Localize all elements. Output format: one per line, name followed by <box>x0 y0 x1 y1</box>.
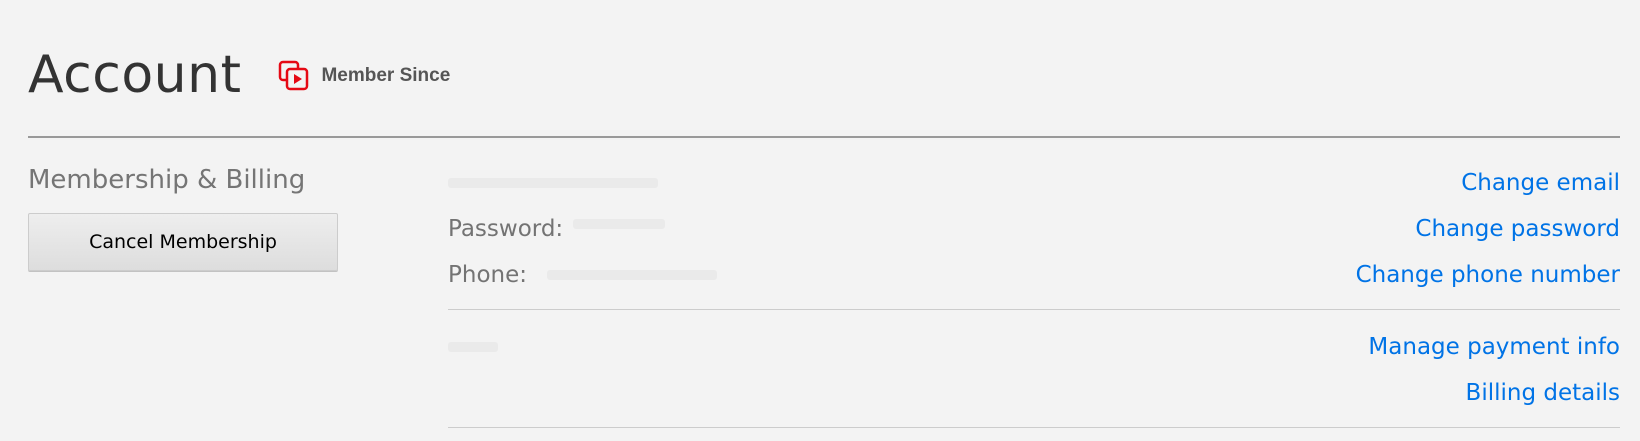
page-title: Account <box>28 45 242 105</box>
billing-details-link[interactable]: Billing details <box>1466 380 1620 406</box>
payment-row: Manage payment info <box>448 324 1620 370</box>
email-value-redacted <box>448 178 658 188</box>
change-email-link[interactable]: Change email <box>1461 170 1620 196</box>
header-divider <box>28 136 1620 138</box>
member-since-badge: Member Since <box>277 59 450 93</box>
member-since-badge-icon <box>277 59 311 93</box>
section-divider <box>448 309 1620 310</box>
payment-value-redacted <box>448 342 498 352</box>
section-title-membership-billing: Membership & Billing <box>28 165 306 195</box>
password-row: Password: Change password <box>448 206 1620 252</box>
billing-details-row: Billing details <box>448 370 1620 416</box>
section-divider-bottom <box>448 427 1620 428</box>
account-credentials-group: Change email Password: Change password P… <box>448 160 1620 298</box>
phone-row: Phone: Change phone number <box>448 252 1620 298</box>
redacted-email <box>448 178 658 188</box>
change-password-link[interactable]: Change password <box>1415 216 1620 242</box>
redacted-password <box>573 219 666 229</box>
member-since-label: Member Since <box>321 65 451 86</box>
billing-group: Manage payment info Billing details <box>448 324 1620 416</box>
email-row: Change email <box>448 160 1620 206</box>
account-details: Change email Password: Change password P… <box>448 160 1620 428</box>
manage-payment-info-link[interactable]: Manage payment info <box>1368 334 1620 360</box>
password-label: Password: <box>448 216 564 242</box>
redacted-phone <box>547 270 717 280</box>
phone-label: Phone: <box>448 262 527 288</box>
account-header: Account Member Since <box>28 40 450 110</box>
cancel-membership-button[interactable]: Cancel Membership <box>28 213 338 271</box>
change-phone-number-link[interactable]: Change phone number <box>1356 262 1620 288</box>
redacted-payment-info <box>448 342 498 352</box>
